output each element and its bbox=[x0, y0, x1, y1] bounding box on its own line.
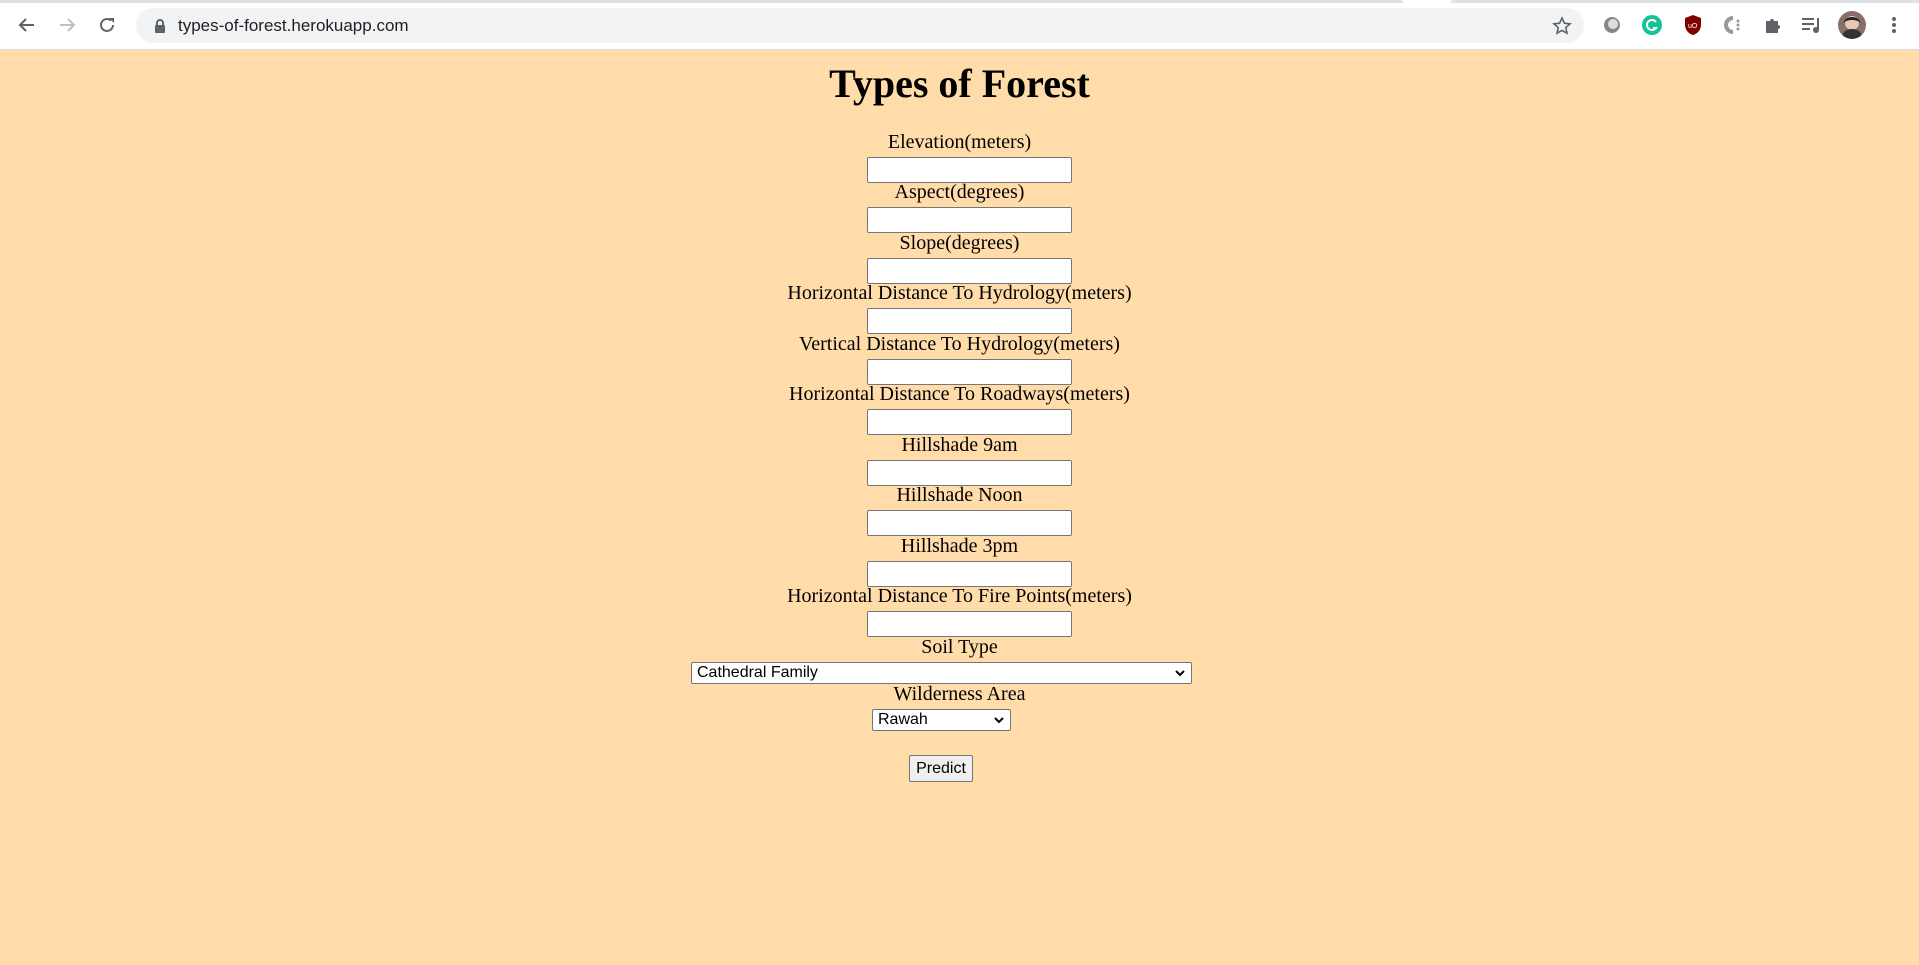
extensions-puzzle-icon[interactable] bbox=[1761, 13, 1785, 37]
horizontal-distance-fire-points-input[interactable] bbox=[867, 611, 1072, 637]
horizontal-distance-hydrology-label: Horizontal Distance To Hydrology(meters) bbox=[787, 282, 1132, 304]
wilderness-area-selected: Rawah bbox=[878, 711, 928, 728]
vertical-distance-hydrology-label: Vertical Distance To Hydrology(meters) bbox=[799, 333, 1120, 355]
aspect-label: Aspect(degrees) bbox=[894, 181, 1025, 203]
horizontal-distance-roadways-input[interactable] bbox=[867, 409, 1072, 435]
predict-button[interactable]: Predict bbox=[909, 755, 973, 782]
reload-icon[interactable] bbox=[92, 12, 122, 38]
soil-type-label: Soil Type bbox=[921, 636, 998, 658]
horizontal-distance-hydrology-input[interactable] bbox=[867, 308, 1072, 334]
profile-avatar[interactable] bbox=[1838, 11, 1866, 39]
tab-strip bbox=[0, 0, 1919, 3]
ublock-icon[interactable]: uO bbox=[1681, 13, 1705, 37]
slope-input[interactable] bbox=[867, 258, 1072, 284]
aspect-input[interactable] bbox=[867, 207, 1072, 233]
elevation-label: Elevation(meters) bbox=[887, 131, 1032, 153]
extension-circle-icon[interactable] bbox=[1600, 13, 1624, 37]
chevron-down-icon bbox=[993, 713, 1005, 731]
back-icon[interactable] bbox=[12, 12, 42, 38]
url-text[interactable]: types-of-forest.herokuapp.com bbox=[178, 16, 409, 36]
grammarly-icon[interactable] bbox=[1640, 13, 1664, 37]
svg-text:uO: uO bbox=[1688, 23, 1698, 30]
bookmark-star-icon[interactable] bbox=[1552, 16, 1572, 41]
active-tab-edge bbox=[1402, 0, 1452, 3]
lock-icon bbox=[154, 19, 166, 38]
slope-label: Slope(degrees) bbox=[899, 232, 1020, 254]
address-bar[interactable]: types-of-forest.herokuapp.com bbox=[136, 8, 1584, 43]
horizontal-distance-fire-points-label: Horizontal Distance To Fire Points(meter… bbox=[787, 585, 1132, 607]
menu-kebab-icon[interactable] bbox=[1882, 13, 1906, 37]
hillshade-9am-input[interactable] bbox=[867, 460, 1072, 486]
wilderness-area-select[interactable]: Rawah bbox=[872, 709, 1011, 731]
hillshade-3pm-label: Hillshade 3pm bbox=[900, 535, 1019, 557]
hillshade-noon-label: Hillshade Noon bbox=[896, 484, 1023, 506]
soil-type-select[interactable]: Cathedral Family bbox=[691, 662, 1192, 684]
media-queue-icon[interactable] bbox=[1800, 13, 1824, 37]
forward-icon[interactable] bbox=[52, 12, 82, 38]
browser-toolbar: types-of-forest.herokuapp.com uO bbox=[0, 0, 1919, 50]
vertical-distance-hydrology-input[interactable] bbox=[867, 359, 1072, 385]
hillshade-3pm-input[interactable] bbox=[867, 561, 1072, 587]
elevation-input[interactable] bbox=[867, 157, 1072, 183]
page-title: Types of Forest bbox=[829, 61, 1090, 106]
hillshade-noon-input[interactable] bbox=[867, 510, 1072, 536]
extension-c-icon[interactable] bbox=[1720, 13, 1744, 37]
chevron-down-icon bbox=[1174, 666, 1186, 684]
page-content: Types of Forest Elevation(meters) Aspect… bbox=[0, 50, 1919, 965]
horizontal-distance-roadways-label: Horizontal Distance To Roadways(meters) bbox=[789, 383, 1130, 405]
hillshade-9am-label: Hillshade 9am bbox=[901, 434, 1018, 456]
soil-type-selected: Cathedral Family bbox=[697, 664, 818, 681]
wilderness-area-label: Wilderness Area bbox=[893, 683, 1026, 705]
